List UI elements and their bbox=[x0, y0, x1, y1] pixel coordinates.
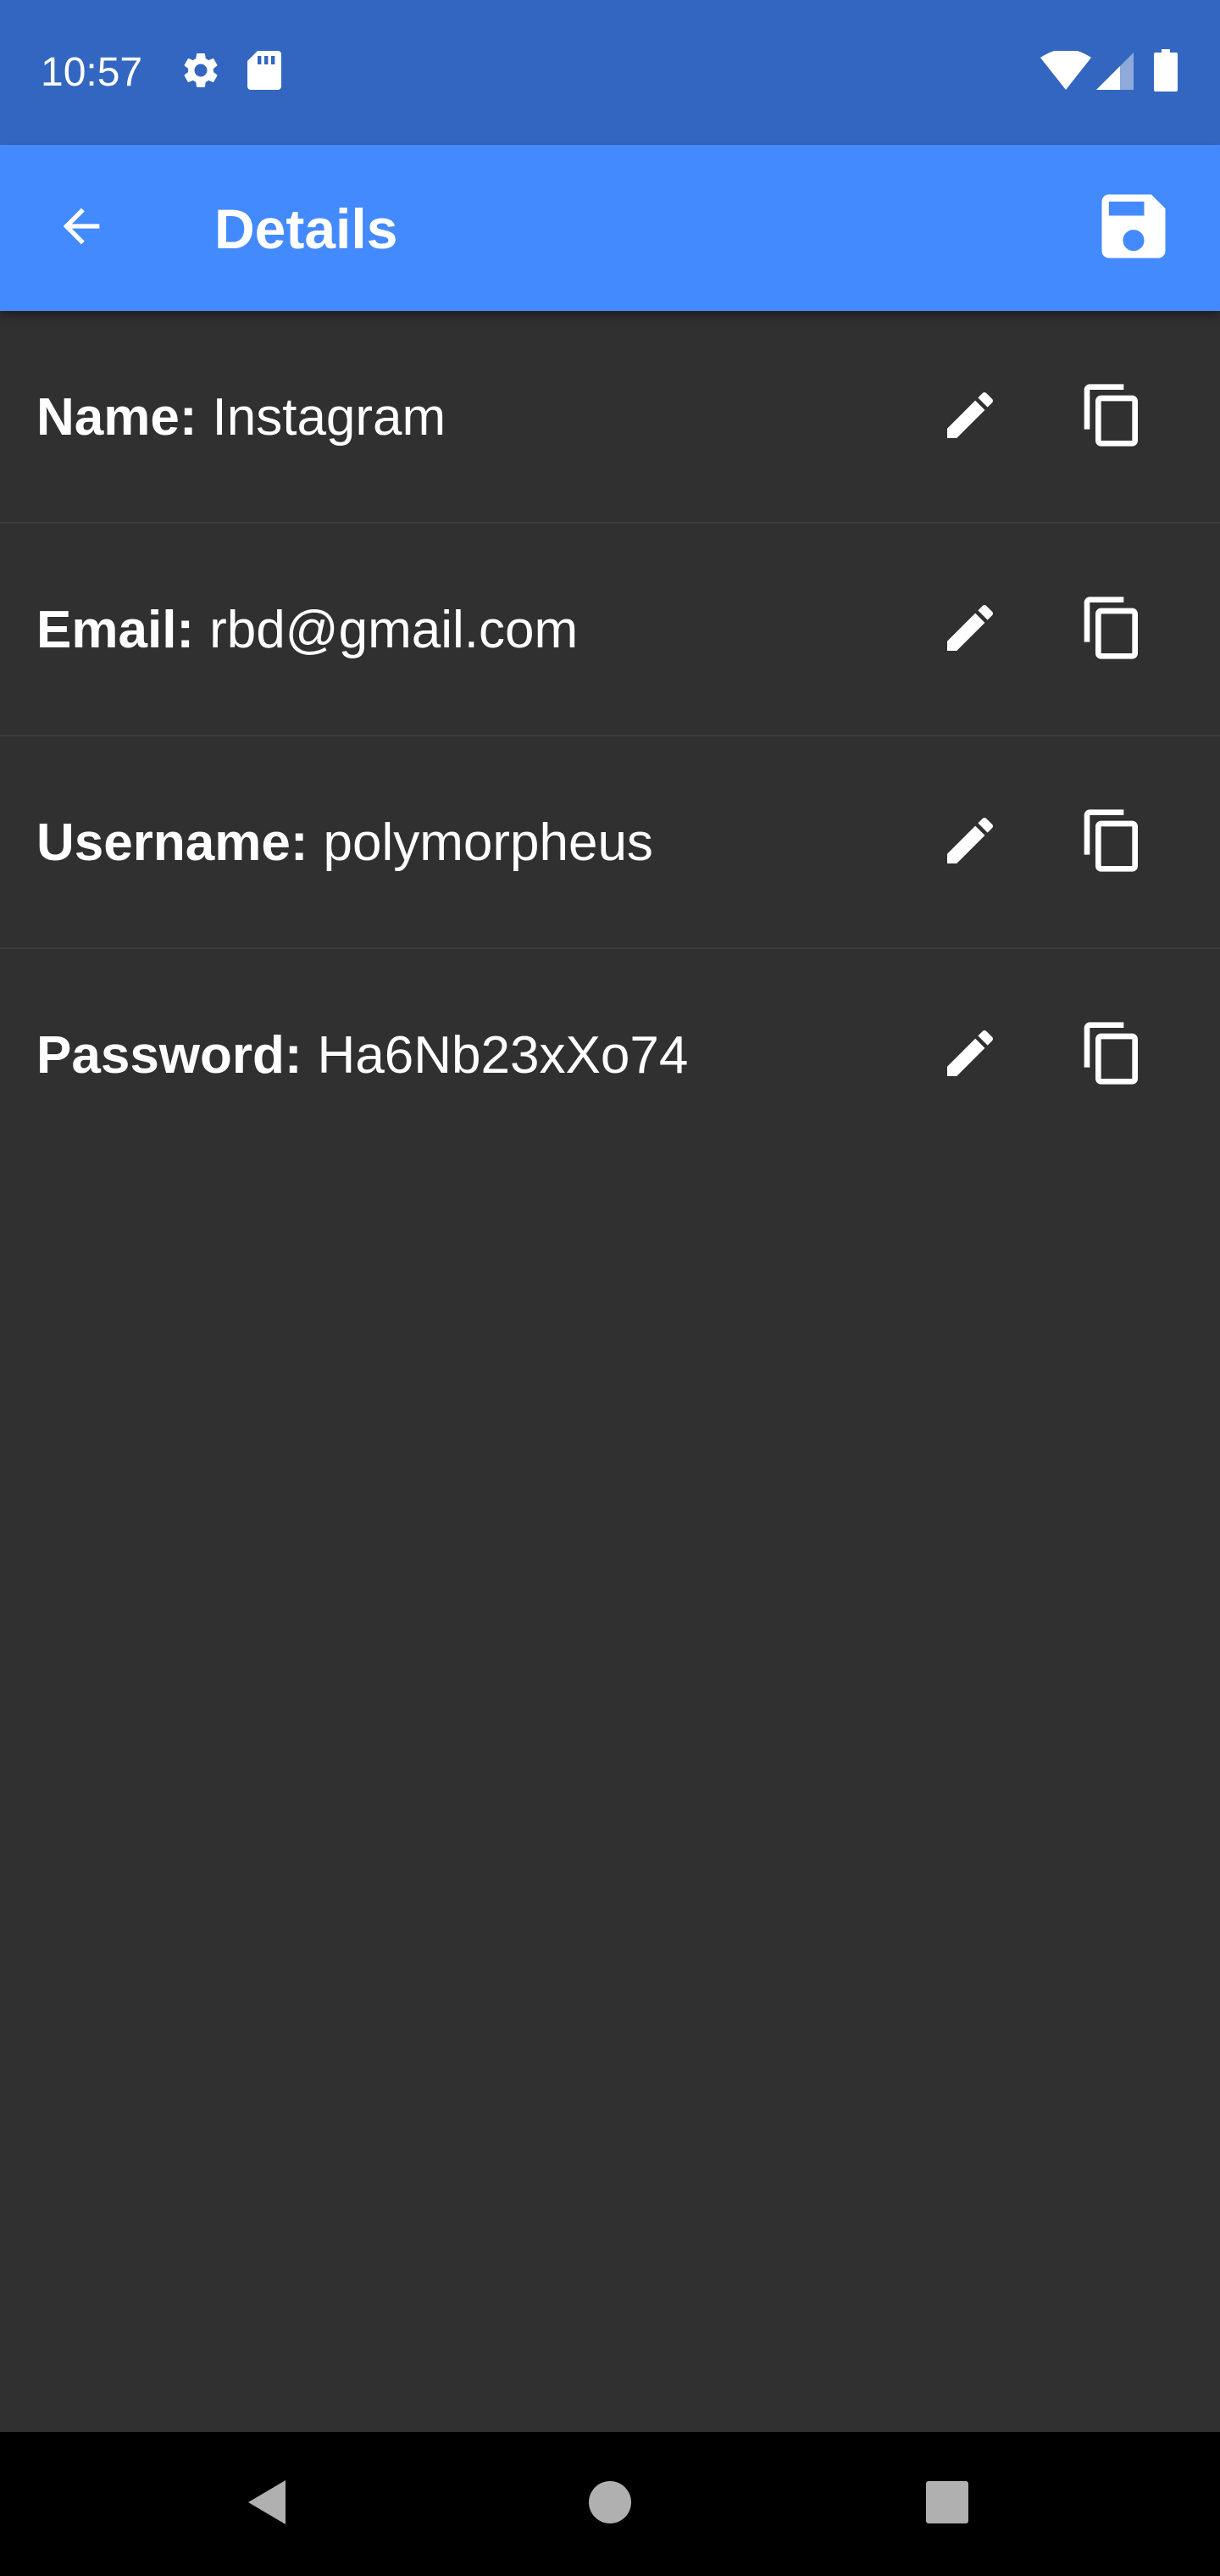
detail-row-username: Username: polymorpheus bbox=[0, 736, 1220, 949]
nav-home-button[interactable] bbox=[563, 2457, 657, 2551]
detail-value: rbd@gmail.com bbox=[209, 601, 579, 659]
copy-username-button[interactable] bbox=[1066, 796, 1159, 889]
copy-password-button[interactable] bbox=[1066, 1008, 1159, 1102]
status-time: 10:57 bbox=[41, 50, 143, 95]
detail-value: Instagram bbox=[212, 388, 446, 447]
detail-text: Email: rbd@gmail.com bbox=[36, 524, 578, 736]
details-screen: 10:57 Details Name: Instagram Email: rbd… bbox=[0, 0, 1220, 2576]
pencil-icon bbox=[940, 385, 1001, 450]
detail-label: Password: bbox=[36, 1026, 302, 1085]
detail-label: Username: bbox=[36, 813, 308, 872]
app-bar: Details bbox=[0, 145, 1220, 311]
sd-card-icon bbox=[246, 49, 283, 96]
save-button[interactable] bbox=[1088, 182, 1179, 274]
detail-value: Ha6Nb23xXo74 bbox=[317, 1026, 689, 1085]
wifi-icon bbox=[1040, 49, 1091, 94]
detail-label: Name: bbox=[36, 388, 197, 447]
edit-password-button[interactable] bbox=[923, 1008, 1017, 1102]
navigation-bar bbox=[0, 2432, 1220, 2576]
nav-recents-button[interactable] bbox=[901, 2457, 994, 2551]
settings-icon bbox=[180, 49, 222, 96]
nav-back-button[interactable] bbox=[222, 2457, 315, 2551]
status-bar: 10:57 bbox=[0, 0, 1220, 145]
details-list: Name: Instagram Email: rbd@gmail.com Use… bbox=[0, 311, 1220, 1162]
copy-name-button[interactable] bbox=[1066, 370, 1159, 464]
detail-text: Password: Ha6Nb23xXo74 bbox=[36, 949, 688, 1162]
copy-email-button[interactable] bbox=[1066, 583, 1159, 676]
back-triangle-icon bbox=[243, 2477, 294, 2532]
home-circle-icon bbox=[586, 2479, 634, 2530]
detail-row-password: Password: Ha6Nb23xXo74 bbox=[0, 949, 1220, 1162]
detail-label: Email: bbox=[36, 601, 195, 659]
cell-signal-icon bbox=[1096, 53, 1134, 94]
copy-icon bbox=[1079, 381, 1146, 453]
detail-text: Username: polymorpheus bbox=[36, 736, 653, 949]
page-title: Details bbox=[214, 197, 398, 260]
edit-name-button[interactable] bbox=[923, 370, 1017, 464]
floppy-disk-icon bbox=[1091, 184, 1176, 273]
battery-icon bbox=[1154, 49, 1178, 96]
pencil-icon bbox=[940, 1023, 1001, 1088]
arrow-back-icon bbox=[54, 199, 108, 258]
pencil-icon bbox=[940, 597, 1001, 663]
detail-text: Name: Instagram bbox=[36, 311, 446, 524]
edit-email-button[interactable] bbox=[923, 583, 1017, 676]
detail-row-email: Email: rbd@gmail.com bbox=[0, 524, 1220, 736]
back-button[interactable] bbox=[41, 187, 122, 269]
pencil-icon bbox=[940, 810, 1001, 875]
copy-icon bbox=[1079, 807, 1146, 879]
detail-value: polymorpheus bbox=[323, 813, 653, 872]
recents-square-icon bbox=[924, 2479, 970, 2529]
edit-username-button[interactable] bbox=[923, 796, 1017, 889]
copy-icon bbox=[1079, 1019, 1146, 1091]
copy-icon bbox=[1079, 594, 1146, 666]
detail-row-name: Name: Instagram bbox=[0, 311, 1220, 524]
